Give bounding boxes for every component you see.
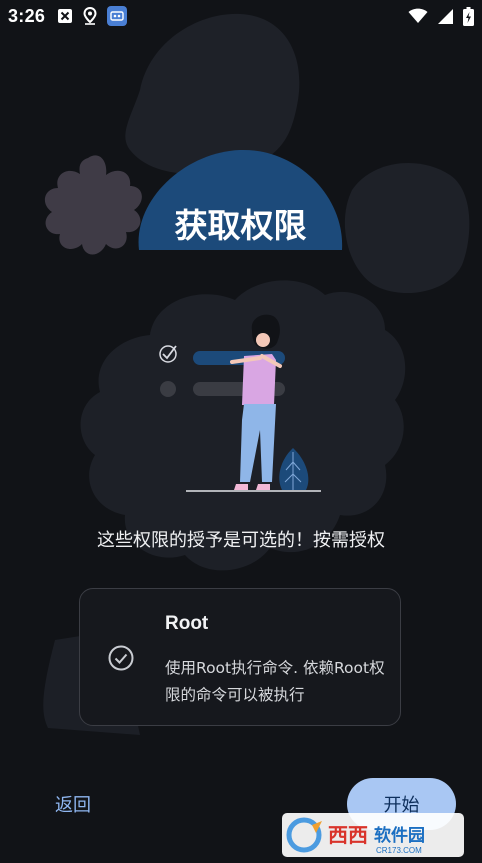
svg-text:CR173.COM: CR173.COM [376, 846, 422, 855]
root-permission-card[interactable]: Root 使用Root执行命令. 依赖Root权限的命令可以被执行 [79, 588, 401, 726]
watermark-logo: 西西 软件园 CR173.COM [282, 813, 464, 857]
checklist-dot [160, 381, 176, 397]
svg-text:西西: 西西 [328, 823, 368, 847]
decor-blob-top [125, 13, 300, 174]
decor-blob-right [344, 163, 470, 294]
decor-flower [44, 155, 142, 255]
background-illustration [43, 13, 470, 735]
check-circle-icon [108, 645, 134, 671]
page-title: 获取权限 [174, 206, 307, 245]
permission-title: Root [165, 613, 209, 634]
permission-hint: 这些权限的授予是可选的！按需授权 [97, 530, 385, 551]
svg-text:软件园: 软件园 [374, 825, 425, 846]
back-button[interactable]: 返回 [40, 788, 106, 820]
permission-description: 使用Root执行命令. 依赖Root权限的命令可以被执行 [165, 659, 385, 704]
